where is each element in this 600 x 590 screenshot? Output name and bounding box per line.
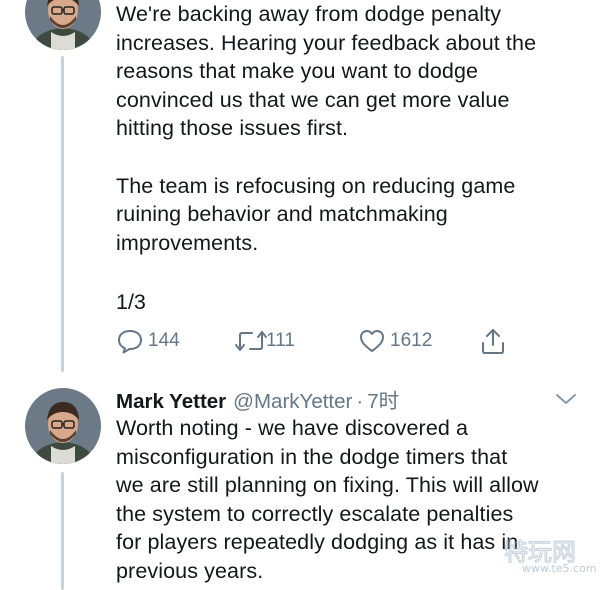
avatar-photo [25,0,101,50]
tweet-text-1: We're backing away from dodge penalty in… [116,2,537,255]
tweet-header: Mark Yetter @MarkYetter · 7时 [116,384,399,414]
tweet-menu-button[interactable] [555,392,577,411]
header-separator: · [356,390,364,413]
avatar-photo [25,388,101,464]
share-button[interactable] [480,326,506,356]
thread-line-top [61,56,64,372]
like-count: 1612 [390,330,433,351]
like-button[interactable]: 1612 [358,326,432,356]
reply-count: 144 [148,330,180,351]
watermark: 特玩网 www.te5.com [500,536,596,580]
tweet-timestamp[interactable]: 7时 [367,384,399,414]
author-handle[interactable]: @MarkYetter [233,390,352,414]
tweet-actions: 144 111 1612 [116,326,516,356]
thread-counter: 1/3 [116,290,146,314]
retweet-count: 111 [266,330,295,351]
watermark-text: www.te5.com [522,562,597,575]
author-name[interactable]: Mark Yetter [116,390,226,414]
thread-line-bottom [61,472,64,590]
reply-button[interactable]: 144 [116,326,180,356]
share-icon [482,329,504,354]
avatar[interactable] [25,0,101,50]
retweet-icon [235,331,267,351]
reply-icon [118,330,142,354]
heart-icon [360,330,384,352]
retweet-button[interactable]: 111 [234,326,295,356]
avatar[interactable] [25,388,101,464]
chevron-down-icon [556,394,576,404]
